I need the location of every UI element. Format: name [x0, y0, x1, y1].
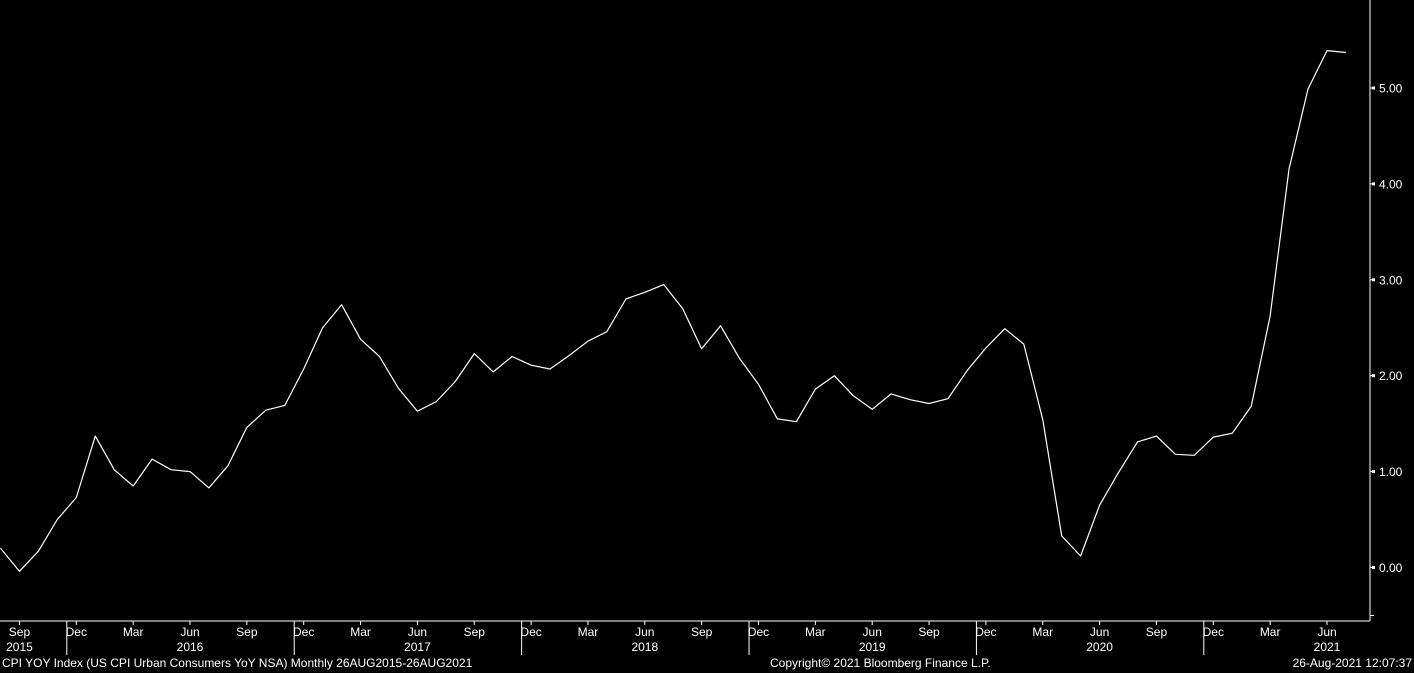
- y-tick-label: 5.00: [1379, 82, 1403, 96]
- x-tick-label: Jun: [863, 625, 882, 639]
- x-year-label: 2018: [631, 640, 658, 654]
- x-tick-label: Sep: [918, 625, 940, 639]
- x-tick-label: Sep: [1146, 625, 1168, 639]
- x-year-label: 2021: [1314, 640, 1341, 654]
- x-tick-label: Dec: [748, 625, 769, 639]
- x-tick-label: Mar: [1260, 625, 1281, 639]
- y-tick-label: 1.00: [1379, 465, 1403, 479]
- x-tick-label: Mar: [1032, 625, 1053, 639]
- x-tick-label: Mar: [350, 625, 371, 639]
- x-tick-label: Dec: [66, 625, 87, 639]
- x-tick-label: Sep: [464, 625, 486, 639]
- x-tick-label: Jun: [1317, 625, 1336, 639]
- x-tick-label: Dec: [1203, 625, 1224, 639]
- series-layer: [0, 49, 1347, 572]
- x-tick-label: Jun: [180, 625, 199, 639]
- x-year-label: 2019: [859, 640, 886, 654]
- y-axis: 0.00 1.00 2.00 3.00 4.00 5.00: [1369, 0, 1403, 621]
- x-tick-label: Mar: [578, 625, 599, 639]
- x-year-label: 2015: [6, 640, 33, 654]
- x-tick-label: Sep: [236, 625, 258, 639]
- x-axis: Sep Dec Mar Jun Sep Dec Mar Jun Sep Dec Mar Jun Sep D…: [0, 620, 1370, 655]
- y-tick-marker: [1372, 470, 1375, 474]
- x-tick-label: Sep: [9, 625, 31, 639]
- y-tick-label: 2.00: [1379, 369, 1403, 383]
- x-tick-label: Jun: [408, 625, 427, 639]
- x-tick-label: Dec: [293, 625, 314, 639]
- x-tick-label: Mar: [123, 625, 144, 639]
- index-description: CPI YOY Index (US CPI Urban Consumers Yo…: [2, 656, 473, 670]
- x-tick-label: Mar: [805, 625, 826, 639]
- x-year-label: 2016: [177, 640, 204, 654]
- x-tick-label: Dec: [520, 625, 541, 639]
- x-tick-label: Dec: [975, 625, 996, 639]
- y-tick-marker: [1372, 278, 1375, 282]
- y-tick-marker: [1372, 86, 1375, 90]
- copyright-notice: Copyright© 2021 Bloomberg Finance L.P.: [770, 656, 991, 670]
- y-tick-marker: [1372, 182, 1375, 186]
- x-tick-label: Jun: [635, 625, 654, 639]
- y-tick-label: 4.00: [1379, 177, 1403, 191]
- x-year-label: 2020: [1086, 640, 1113, 654]
- x-year-label: 2017: [404, 640, 431, 654]
- x-tick-label: Jun: [1090, 625, 1109, 639]
- cpi-yoy-line-chart: 0.001.002.003.004.005.00 Sep Dec Mar Jun Sep…: [0, 0, 1403, 655]
- y-tick-label: 0.00: [1379, 561, 1403, 575]
- x-tick-label: Sep: [691, 625, 713, 639]
- series-line-0: [0, 49, 1347, 572]
- y-tick-label: 3.00: [1379, 273, 1403, 287]
- timestamp: 26-Aug-2021 12:07:37: [1292, 656, 1412, 670]
- y-tick-marker: [1372, 566, 1375, 569]
- y-tick-marker: [1372, 374, 1375, 378]
